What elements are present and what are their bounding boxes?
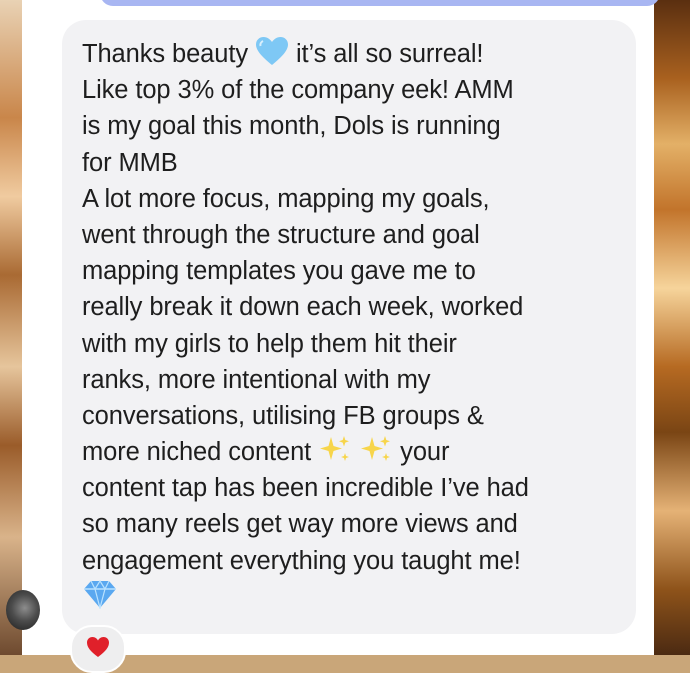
background-left xyxy=(0,0,22,655)
message-line: A lot more focus, mapping my goals, xyxy=(82,184,490,213)
message-line: Like top 3% of the company eek! AMM xyxy=(82,76,514,105)
message-line: with my girls to help them hit their xyxy=(82,329,457,358)
blue-heart-icon xyxy=(255,36,289,76)
message-line: for MMB xyxy=(82,148,178,177)
reaction-badge[interactable] xyxy=(70,625,126,673)
message-line: engagement everything you taught me! xyxy=(82,546,521,575)
message-line: is my goal this month, Dols is running xyxy=(82,112,501,141)
message-line: ranks, more intentional with my xyxy=(82,365,431,394)
message-line: so many reels get way more views and xyxy=(82,510,518,539)
sparkles-icon xyxy=(318,434,352,474)
gem-icon xyxy=(82,579,118,619)
message-line: really break it down each week, worked xyxy=(82,293,524,322)
message-line: mapping templates you gave me to xyxy=(82,257,476,286)
previous-message-bubble[interactable] xyxy=(100,0,660,6)
message-line: went through the structure and goal xyxy=(82,220,480,249)
message-line: conversations, utilising FB groups & xyxy=(82,401,484,430)
message-text: Thanks beauty it’s all so surreal! Like … xyxy=(82,36,622,615)
message-line xyxy=(82,579,622,615)
message-line: more niched content your xyxy=(82,434,622,470)
avatar[interactable] xyxy=(6,590,40,630)
background-right xyxy=(654,0,690,655)
message-line: content tap has been incredible I’ve had xyxy=(82,474,529,503)
message-line: Thanks beauty it’s all so surreal! xyxy=(82,36,622,72)
sparkles-icon xyxy=(359,434,393,474)
